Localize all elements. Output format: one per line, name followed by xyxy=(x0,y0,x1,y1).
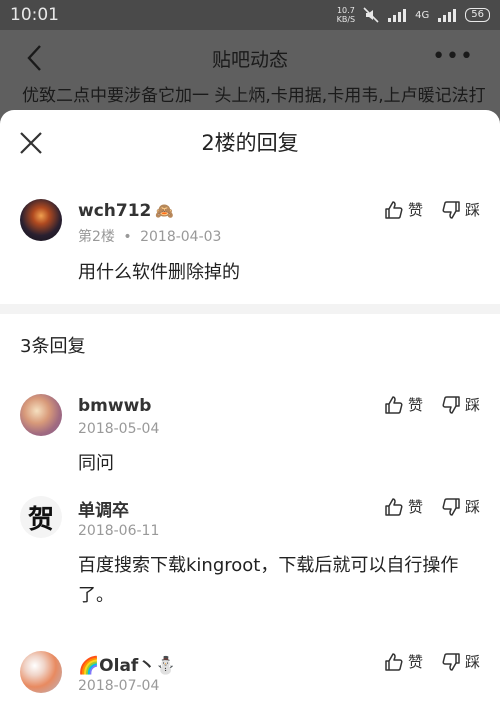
thumbs-up-icon xyxy=(385,652,403,671)
dislike-button[interactable]: 踩 xyxy=(441,199,480,220)
like-button[interactable]: 赞 xyxy=(384,394,423,415)
section-divider xyxy=(0,304,500,314)
close-icon[interactable] xyxy=(18,130,44,156)
avatar-character: 贺 xyxy=(27,504,54,535)
reply-text: 同问 xyxy=(78,453,114,474)
like-button[interactable]: 赞 xyxy=(384,199,423,220)
avatar[interactable]: 贺 xyxy=(20,496,62,538)
thumbs-down-icon xyxy=(442,395,460,414)
reply-item: 🌈Olaf丶⛄ 2018-07-04 赞 踩 xyxy=(0,651,500,711)
thumbs-up-icon xyxy=(385,200,403,219)
avatar[interactable] xyxy=(20,199,62,241)
page-title: 贴吧动态 xyxy=(211,48,288,71)
thumbs-down-icon xyxy=(442,652,460,671)
reply-text: 百度搜索下载kingroot，下载后就可以自行操作了。 xyxy=(78,555,459,606)
vote-actions: 赞 踩 xyxy=(384,394,480,415)
vote-actions: 赞 踩 xyxy=(384,199,480,220)
battery-indicator: 56 xyxy=(465,8,490,22)
network-type: 4G xyxy=(415,9,430,21)
comment-text: 用什么软件删除掉的 xyxy=(78,262,240,283)
page-header: 贴吧动态 ••• xyxy=(0,30,500,86)
more-icon[interactable]: ••• xyxy=(432,44,474,69)
background-post-text: 优致二点中要涉备它加一 头上炳,卡用据,卡用韦,上卢暖记法打当 xyxy=(22,86,486,106)
reply-item: 贺 单调卒 2018-06-11 百度搜索下载kingroot，下载后就可以自行… xyxy=(0,496,500,651)
network-speed: 10.7 KB/S xyxy=(336,6,356,24)
reply-sheet: 2楼的回复 wch712 🙈 第2楼 • 2018-04-03 用什么软件删除掉… xyxy=(0,110,500,711)
comment-meta: 第2楼 • 2018-04-03 xyxy=(78,229,222,245)
thumbs-down-icon xyxy=(442,497,460,516)
status-time: 10:01 xyxy=(10,5,59,25)
signal-icon-2 xyxy=(438,9,457,22)
avatar[interactable] xyxy=(20,651,62,693)
sheet-title: 2楼的回复 xyxy=(201,131,299,155)
like-button[interactable]: 赞 xyxy=(384,496,423,517)
dislike-button[interactable]: 踩 xyxy=(441,496,480,517)
dislike-button[interactable]: 踩 xyxy=(441,651,480,672)
sheet-header: 2楼的回复 xyxy=(0,110,500,174)
thumbs-up-icon xyxy=(385,497,403,516)
floor-comment: wch712 🙈 第2楼 • 2018-04-03 用什么软件删除掉的 赞 踩 xyxy=(0,174,500,304)
vote-actions: 赞 踩 xyxy=(384,651,480,672)
vote-actions: 赞 踩 xyxy=(384,496,480,517)
reply-date: 2018-05-04 xyxy=(78,421,160,437)
badge-icon: 🙈 xyxy=(155,202,175,220)
reply-date: 2018-06-11 xyxy=(78,523,160,539)
reply-item: bmwwb 2018-05-04 同问 赞 踩 xyxy=(0,372,500,496)
reply-count: 3条回复 xyxy=(20,336,86,357)
status-bar: 10:01 10.7 KB/S 4G 56 xyxy=(0,0,500,30)
reply-date: 2018-07-04 xyxy=(78,678,160,694)
status-icons: 10.7 KB/S 4G 56 xyxy=(337,6,490,24)
avatar[interactable] xyxy=(20,394,62,436)
thumbs-up-icon xyxy=(385,395,403,414)
like-button[interactable]: 赞 xyxy=(384,651,423,672)
dislike-button[interactable]: 踩 xyxy=(441,394,480,415)
signal-icon xyxy=(388,9,407,22)
thumbs-down-icon xyxy=(442,200,460,219)
mute-icon xyxy=(363,7,379,23)
